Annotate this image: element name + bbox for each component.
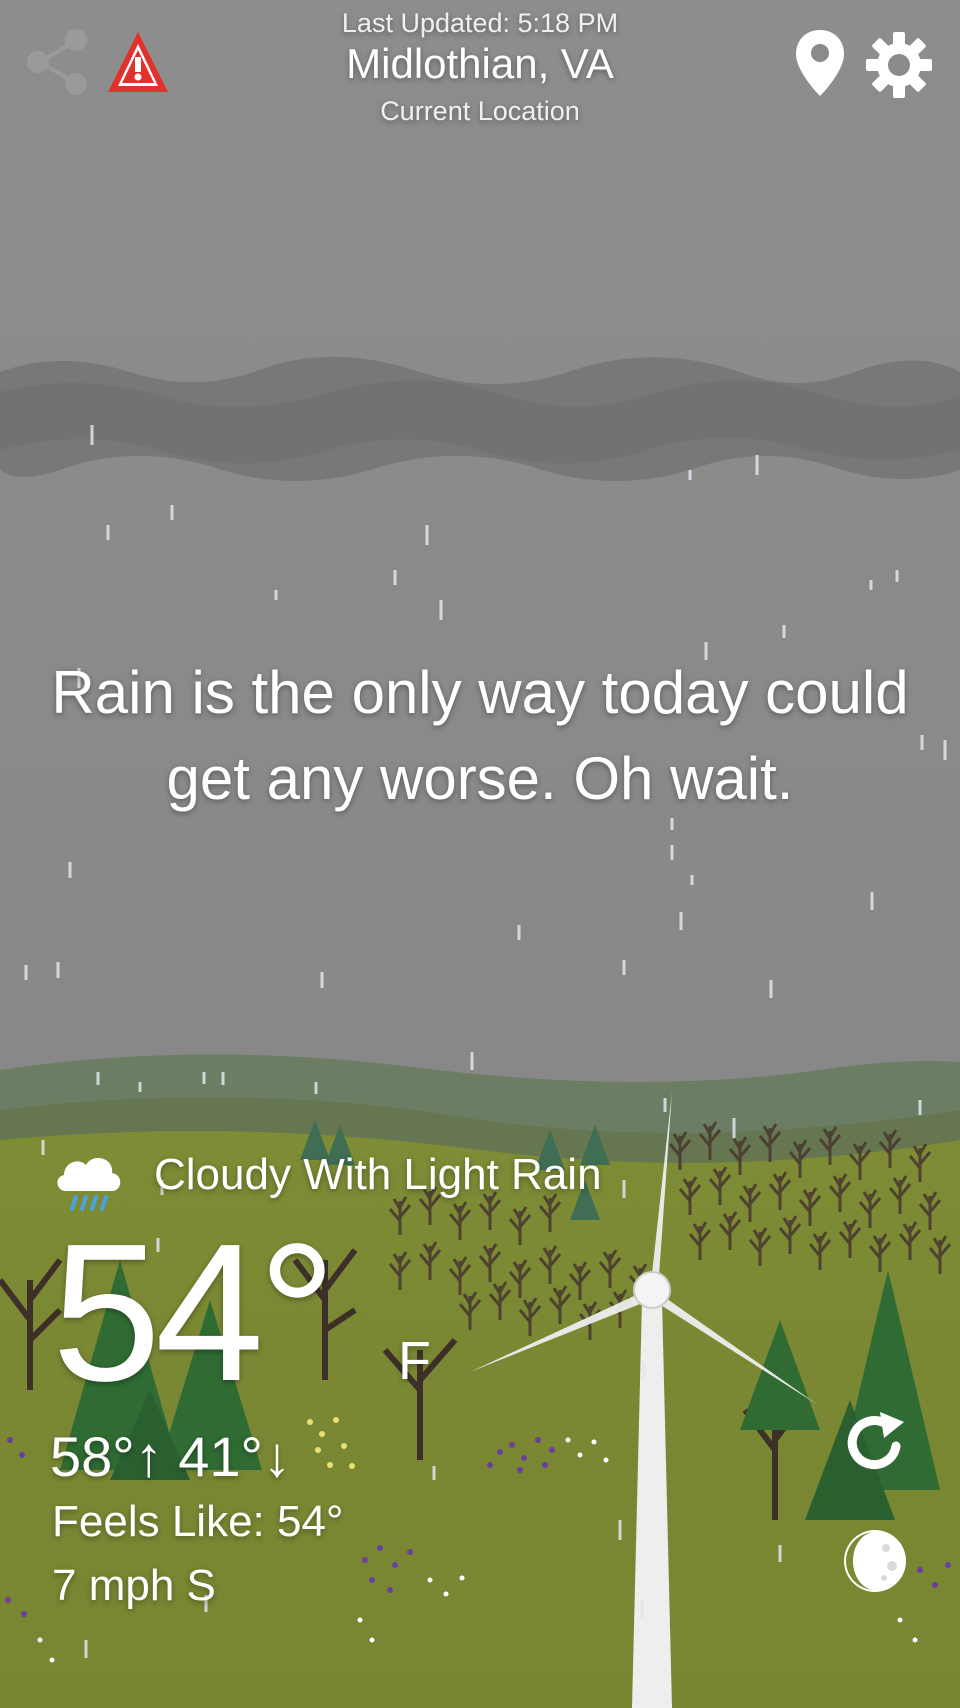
weather-condition: Cloudy With Light Rain: [154, 1150, 602, 1199]
temperature-unit[interactable]: F: [398, 1330, 431, 1392]
high-low-temperature: 58°↑ 41°↓: [50, 1425, 291, 1488]
location-pin-icon[interactable]: [794, 28, 846, 98]
alert-icon[interactable]: [104, 28, 172, 98]
last-updated-label: Last Updated: 5:18 PM: [341, 8, 619, 38]
feels-like-temperature: Feels Like: 54°: [52, 1497, 344, 1546]
weather-message: Rain is the only way today could get any…: [51, 659, 909, 812]
settings-gear-icon[interactable]: [864, 30, 934, 100]
current-location-label: Current Location: [380, 96, 580, 126]
moon-phase-icon[interactable]: [840, 1526, 910, 1596]
wind-speed: 7 mph S: [52, 1561, 216, 1610]
current-temperature: 54°: [52, 1203, 336, 1422]
share-icon[interactable]: [22, 26, 94, 98]
city-name[interactable]: Midlothian, VA: [230, 40, 730, 88]
refresh-icon[interactable]: [840, 1408, 910, 1478]
